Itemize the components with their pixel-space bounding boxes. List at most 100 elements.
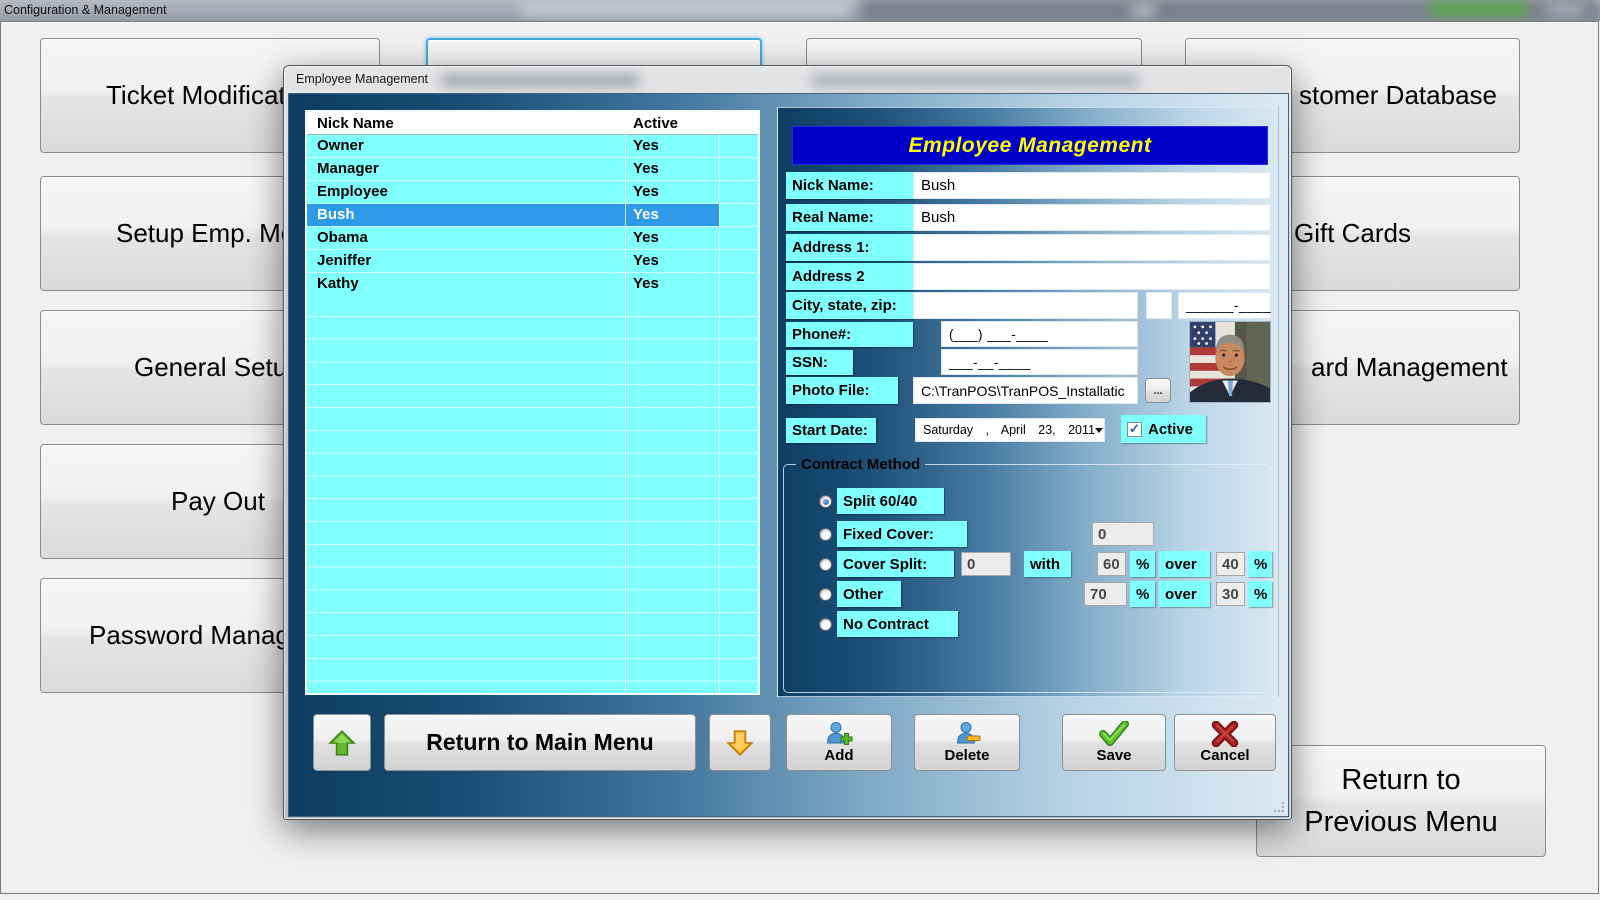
photo-file-label: Photo File: (786, 377, 898, 404)
column-divider (625, 112, 626, 693)
add-user-icon (826, 721, 853, 747)
address2-input[interactable] (913, 263, 1271, 290)
fixed-cover-input[interactable]: 0 (1092, 522, 1154, 546)
cell-nick-name: Kathy (317, 275, 359, 292)
button-label: Cancel (1200, 747, 1249, 764)
split-60-40-label: Split 60/40 (837, 488, 944, 514)
bg-button-label: Setup Emp. Mer (41, 218, 304, 249)
phone-label: Phone#: (786, 322, 913, 347)
percent-label: % (1130, 551, 1155, 577)
radio-other[interactable] (819, 588, 832, 601)
percent-label: % (1130, 581, 1155, 607)
fixed-cover-label: Fixed Cover: (837, 521, 967, 547)
cell-active: Yes (633, 275, 659, 292)
glass-blur-artifact (1130, 6, 1156, 15)
bg-button-label: Password Manage (41, 620, 304, 651)
employee-photo (1189, 321, 1271, 403)
start-date-label: Start Date: (786, 418, 876, 443)
column-header-active[interactable]: Active (633, 115, 678, 132)
button-label: Delete (944, 747, 989, 764)
return-to-main-menu-button[interactable]: Return to Main Menu (384, 714, 696, 771)
radio-split-60-40[interactable] (819, 495, 832, 508)
cell-nick-name: Obama (317, 229, 368, 246)
cell-active: Yes (633, 160, 659, 177)
delete-button[interactable]: Delete (914, 714, 1020, 771)
list-row[interactable]: Obama Yes (307, 227, 758, 250)
list-row-selected[interactable]: Bush Yes (307, 204, 758, 227)
other-label: Other (837, 581, 901, 607)
cell-active: Yes (633, 252, 659, 269)
list-row[interactable]: Owner Yes (307, 135, 758, 158)
radio-cover-split[interactable] (819, 558, 832, 571)
state-input[interactable] (1146, 292, 1172, 319)
active-label: Active (1148, 421, 1193, 438)
dialog-titlebar[interactable]: Employee Management (285, 67, 1290, 93)
scroll-down-button[interactable] (709, 714, 771, 771)
button-label: Return to Main Menu (426, 729, 653, 756)
bg-button-label: Pay Out (41, 486, 265, 517)
radio-fixed-cover[interactable] (819, 528, 832, 541)
save-button[interactable]: Save (1062, 714, 1166, 771)
up-arrow-icon (328, 729, 356, 757)
list-row[interactable]: Manager Yes (307, 158, 758, 181)
list-empty-area (307, 294, 758, 693)
cell-nick-name: Owner (317, 137, 364, 154)
list-row[interactable]: Jeniffer Yes (307, 250, 758, 273)
cell-nick-name: Employee (317, 183, 388, 200)
contract-method-fieldset: Contract Method Split 60/40 Fixed Cover:… (783, 456, 1271, 693)
glass-blur-artifact (1428, 3, 1528, 15)
cover-split-pct1-input[interactable]: 60 (1097, 552, 1126, 576)
percent-label: % (1248, 581, 1272, 607)
cancel-button[interactable]: Cancel (1174, 714, 1276, 771)
phone-input[interactable]: (___) ___-____ (941, 321, 1138, 347)
add-button[interactable]: Add (786, 714, 892, 771)
over-label: over (1159, 551, 1210, 577)
list-row[interactable]: Employee Yes (307, 181, 758, 204)
city-input[interactable] (913, 292, 1138, 319)
bg-button-label: Return to Previous Menu (1286, 759, 1516, 843)
cover-split-base-input[interactable]: 0 (961, 552, 1011, 576)
cell-active: Yes (633, 229, 659, 246)
start-date-picker[interactable]: Saturday , April 23, 2011 (915, 418, 1105, 442)
list-row[interactable]: Kathy Yes (307, 273, 758, 296)
button-label: Add (824, 747, 853, 764)
cell-active: Yes (633, 183, 659, 200)
nick-name-label: Nick Name: (786, 172, 913, 199)
photo-browse-button[interactable]: ... (1145, 378, 1171, 403)
cell-active: Yes (633, 137, 659, 154)
zip-input[interactable]: ______-____ (1178, 292, 1271, 319)
cover-split-label: Cover Split: (837, 551, 954, 577)
nick-name-input[interactable]: Bush (913, 172, 1271, 199)
city-state-zip-label: City, state, zip: (786, 292, 913, 319)
photo-file-input[interactable]: C:\TranPOS\TranPOS_Installatic (913, 377, 1138, 404)
with-label: with (1024, 551, 1071, 577)
active-checkbox[interactable]: ✓ (1127, 422, 1142, 437)
cell-nick-name: Bush (317, 206, 355, 223)
radio-no-contract[interactable] (819, 618, 832, 631)
return-to-previous-menu-button[interactable]: Return to Previous Menu (1256, 745, 1546, 857)
resize-grip[interactable] (1273, 801, 1285, 813)
column-header-nick-name[interactable]: Nick Name (317, 115, 394, 132)
button-label: Save (1096, 747, 1131, 764)
scroll-up-button[interactable] (313, 714, 371, 771)
glass-blur-artifact (1545, 4, 1585, 15)
bg-button-label: Ticket Modificatio (41, 80, 306, 111)
other-pct1-input[interactable]: 70 (1084, 582, 1127, 606)
real-name-input[interactable]: Bush (913, 204, 1271, 231)
ssn-label: SSN: (786, 350, 853, 375)
other-pct2-input[interactable]: 30 (1216, 582, 1245, 606)
cover-split-pct2-input[interactable]: 40 (1216, 552, 1245, 576)
address1-input[interactable] (913, 234, 1271, 261)
glass-blur-artifact (810, 75, 1140, 86)
cell-nick-name: Manager (317, 160, 379, 177)
employee-list[interactable]: Nick Name Active Owner Yes Manager Yes E… (305, 110, 760, 695)
active-checkbox-group[interactable]: ✓ Active (1121, 415, 1206, 443)
bg-button-label: Gift Cards (1294, 218, 1411, 249)
dropdown-arrow-icon[interactable] (1095, 428, 1103, 433)
cell-active: Yes (633, 206, 659, 223)
cell-nick-name: Jeniffer (317, 252, 371, 269)
ssn-input[interactable]: ___-__-____ (941, 349, 1138, 375)
list-header: Nick Name Active (307, 112, 758, 135)
save-check-icon (1099, 721, 1129, 747)
real-name-label: Real Name: (786, 204, 913, 231)
